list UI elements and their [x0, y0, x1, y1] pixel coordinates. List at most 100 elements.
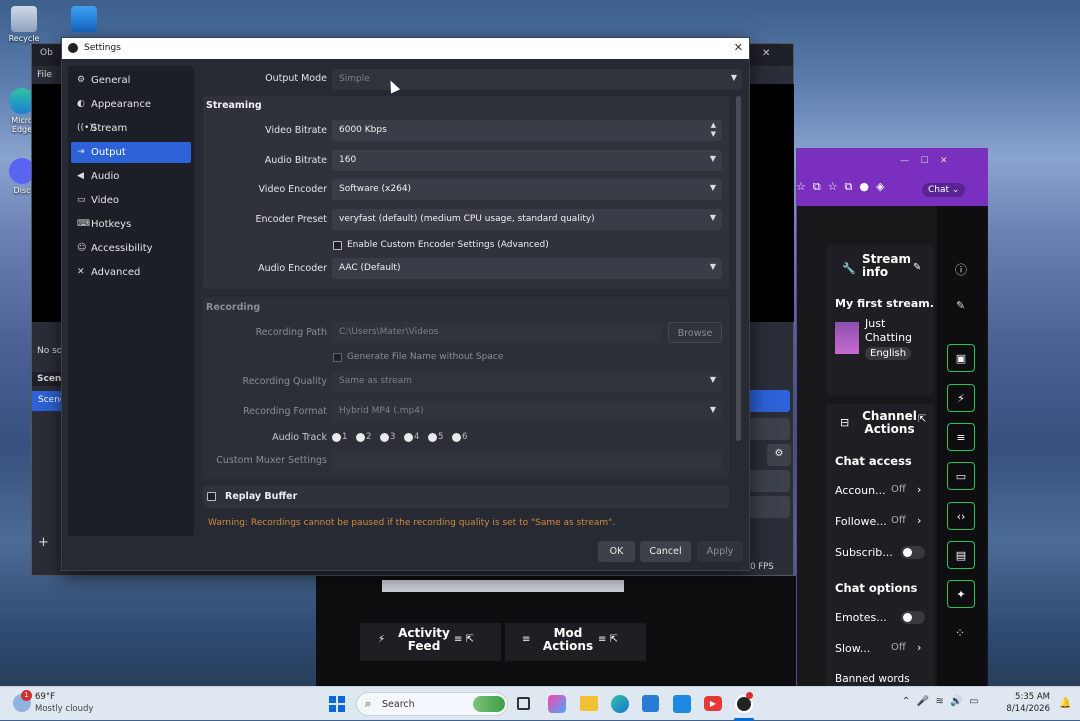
chevron-down-icon: ▼	[709, 405, 716, 414]
copilot-chat-button[interactable]: Chat ⌄	[922, 183, 966, 197]
close-icon[interactable]: ✕	[762, 48, 770, 59]
window-controls: — ☐ ✕	[900, 156, 948, 166]
slow-value: Off	[891, 642, 906, 653]
speaker-icon: ◀	[77, 171, 84, 181]
account-value: Off	[891, 484, 906, 495]
mod-tool-button-6[interactable]: ▤	[947, 541, 975, 569]
mod-tool-button-7[interactable]: ✦	[947, 580, 975, 608]
chevron-down-icon: ▼	[709, 213, 716, 222]
audio-encoder-select[interactable]: AAC (Default) ▼	[332, 258, 722, 279]
mod-tool-button-1[interactable]: ▣	[947, 344, 975, 372]
nav-stream[interactable]: ((•)) Stream	[71, 118, 191, 139]
recording-header: Recording	[206, 302, 261, 313]
preview-thumbnail	[382, 580, 624, 592]
browse-button[interactable]: Browse	[668, 322, 722, 343]
custom-encoder-label: Enable Custom Encoder Settings (Advanced…	[347, 240, 549, 250]
recycle-bin-label: Recycle	[8, 34, 40, 43]
audio-track-radio-3[interactable]	[380, 433, 389, 442]
category-line1: Just	[865, 317, 886, 330]
video-encoder-label: Video Encoder	[258, 184, 327, 195]
chevron-right-icon[interactable]: ›	[917, 514, 921, 527]
output-settings-panel: Output Mode Simple ▼ Streaming Video Bitr…	[201, 66, 742, 534]
video-bitrate-spinbox[interactable]: 6000 Kbps ▲ ▼	[332, 120, 722, 141]
info-icon[interactable]: ⓘ	[955, 261, 967, 278]
start-button[interactable]	[329, 696, 345, 712]
channel-actions-icon: ⊟	[840, 416, 850, 429]
activity-feed-title: Activity Feed	[398, 626, 450, 653]
settings-dots-icon[interactable]: ⁘	[955, 626, 965, 640]
nav-audio[interactable]: ◀ Audio	[71, 166, 191, 187]
nav-general[interactable]: ⚙ General	[71, 70, 191, 91]
edge-icon[interactable]	[611, 695, 629, 713]
youtube-icon[interactable]: ▶	[704, 696, 722, 711]
menu-file[interactable]: File	[37, 70, 52, 80]
chevron-right-icon[interactable]: ›	[917, 641, 921, 654]
apply-button[interactable]: Apply	[697, 541, 743, 562]
ok-button[interactable]: OK	[598, 541, 635, 562]
audio-track-radio-6[interactable]	[452, 433, 461, 442]
browser-toolbar-icons: ☆ ⧉ ☆ ⧉ ● ◈	[796, 180, 885, 193]
recording-format-select[interactable]: Hybrid MP4 (.mp4) ▼	[332, 401, 722, 422]
search-highlight-icon	[473, 696, 505, 712]
system-tray-icons[interactable]: ⌃ 🎤 ≋ 🔊 ▭	[902, 696, 979, 707]
image-app-icon[interactable]	[66, 6, 102, 34]
stepper-arrows-icon[interactable]: ▲ ▼	[711, 121, 716, 139]
encoder-preset-select[interactable]: veryfast (default) (medium CPU usage, st…	[332, 209, 722, 230]
chevron-right-icon[interactable]: ›	[917, 483, 921, 496]
audio-track-radio-5[interactable]	[428, 433, 437, 442]
popout-icon[interactable]: ⇱	[918, 414, 926, 425]
list-icon: ≡	[522, 634, 531, 645]
custom-muxer-field[interactable]	[332, 450, 722, 471]
encoder-preset-label: Encoder Preset	[255, 214, 327, 225]
accessibility-icon: ☺	[77, 243, 87, 253]
file-explorer-icon[interactable]	[580, 696, 598, 711]
nav-advanced[interactable]: ✕ Advanced	[71, 262, 191, 283]
gen-filename-checkbox[interactable]	[333, 353, 342, 362]
close-icon[interactable]: ✕	[734, 41, 743, 54]
nav-output[interactable]: ⇥ Output	[71, 142, 191, 163]
audio-track-radio-4[interactable]	[404, 433, 413, 442]
nav-accessibility[interactable]: ☺ Accessibility	[71, 238, 191, 259]
nav-hotkeys[interactable]: ⌨ Hotkeys	[71, 214, 191, 235]
custom-encoder-checkbox[interactable]	[333, 241, 342, 250]
scene-item[interactable]: Scene	[32, 391, 65, 411]
followers-label: Followe...	[835, 515, 887, 528]
search-input[interactable]: ⌕ Search	[356, 692, 508, 716]
add-scene-icon[interactable]: +	[38, 535, 49, 550]
monitor-icon: ▭	[77, 195, 86, 205]
wrench-icon: ✕	[77, 267, 85, 277]
recording-path-field[interactable]: C:\Users\Mater\Videos	[332, 322, 662, 343]
filter-icon[interactable]: ≡ ⇱	[454, 634, 474, 645]
recording-quality-select[interactable]: Same as stream ▼	[332, 371, 722, 392]
audio-bitrate-select[interactable]: 160 ▼	[332, 150, 722, 171]
subscriber-toggle[interactable]	[901, 546, 925, 559]
outlook-icon[interactable]	[673, 695, 691, 713]
mod-tool-button-3[interactable]: ≡	[947, 423, 975, 451]
video-encoder-select[interactable]: Software (x264) ▼	[332, 179, 722, 200]
filter-icon[interactable]: ≡ ⇱	[598, 634, 618, 645]
mod-tool-button-2[interactable]: ⚡	[947, 384, 975, 412]
recycle-bin-icon[interactable]: Recycle	[6, 6, 42, 43]
task-view-icon[interactable]	[517, 697, 530, 710]
copilot-icon[interactable]	[548, 695, 566, 713]
gen-filename-label: Generate File Name without Space	[347, 352, 504, 362]
gear-icon[interactable]: ⚙	[767, 444, 791, 466]
audio-track-radio-1[interactable]	[332, 433, 341, 442]
cancel-button[interactable]: Cancel	[640, 541, 691, 562]
emotes-toggle[interactable]	[901, 611, 925, 624]
mod-tool-button-5[interactable]: ‹›	[947, 502, 975, 530]
recording-quality-label: Recording Quality	[242, 376, 327, 387]
mod-tool-button-4[interactable]: ▭	[947, 462, 975, 490]
nav-video[interactable]: ▭ Video	[71, 190, 191, 211]
recording-format-label: Recording Format	[242, 406, 327, 417]
notification-bell-icon[interactable]: 🔔	[1059, 698, 1071, 709]
audio-track-1-label: 1	[342, 432, 348, 442]
replay-buffer-checkbox[interactable]	[207, 492, 216, 501]
nav-appearance[interactable]: ◐ Appearance	[71, 94, 191, 115]
audio-track-radio-2[interactable]	[356, 433, 365, 442]
edit-icon[interactable]: ✎	[913, 262, 921, 273]
scrollbar[interactable]	[736, 96, 741, 441]
custom-muxer-label: Custom Muxer Settings	[216, 455, 327, 466]
pencil-icon[interactable]: ✎	[956, 299, 965, 312]
store-icon[interactable]	[642, 695, 659, 712]
